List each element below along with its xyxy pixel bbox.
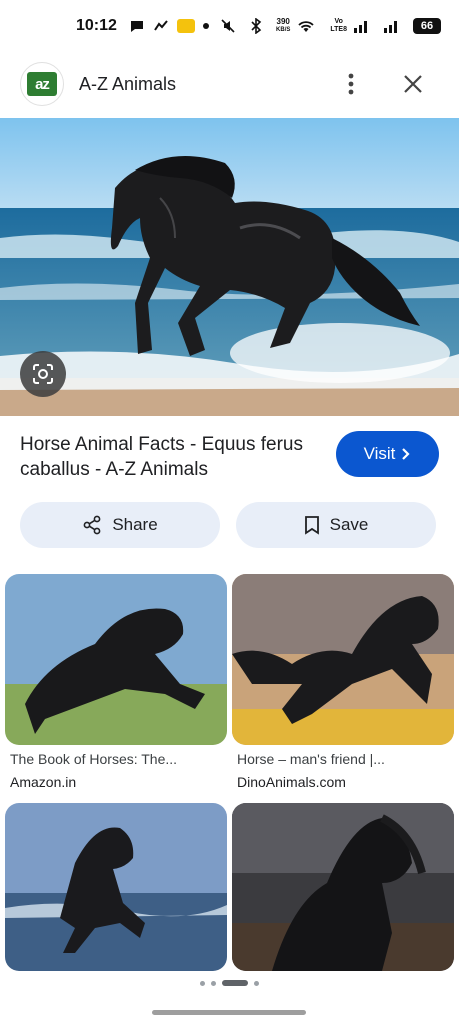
net-speed-unit: KB/S [276, 27, 291, 33]
related-image-3[interactable] [5, 803, 227, 971]
save-label: Save [329, 515, 369, 534]
related-source-1: Amazon.in [10, 774, 77, 790]
horse-rearing-image [5, 574, 227, 745]
share-icon [83, 515, 101, 535]
status-bar: 10:12 390 KB/S Vo LTE8 66 [0, 0, 459, 52]
visit-button-label: Visit [363, 444, 396, 463]
site-logo-mark: az [27, 72, 57, 96]
page-dot [211, 980, 216, 986]
result-title[interactable]: Horse Animal Facts - Equus ferus caballu… [20, 432, 310, 482]
signal-icon-2 [383, 19, 399, 33]
more-vert-icon [348, 73, 354, 95]
site-logo: az [20, 62, 64, 106]
lens-icon [33, 364, 53, 384]
site-name: A-Z Animals [79, 73, 177, 94]
volte-bottom: LTE8 [330, 26, 347, 33]
dot-icon [202, 23, 209, 29]
related-caption-1[interactable]: The Book of Horses: The... [10, 751, 225, 767]
share-button[interactable]: Share [20, 502, 220, 548]
close-button[interactable] [393, 64, 433, 104]
bookmark-icon [304, 516, 319, 535]
more-options-button[interactable] [331, 64, 371, 104]
main-image[interactable] [0, 118, 459, 416]
net-speed: 390 KB/S [276, 18, 290, 34]
share-label: Share [112, 515, 158, 534]
related-caption-2[interactable]: Horse – man's friend |... [237, 751, 452, 767]
page-dot [200, 980, 205, 986]
gesture-nav-handle[interactable] [152, 1010, 306, 1015]
site-header: az A-Z Animals [0, 56, 459, 112]
horse-storm-image [232, 803, 454, 971]
lens-search-button[interactable] [20, 351, 66, 397]
horse-beach-image [0, 118, 459, 416]
horse-sunset-image [232, 574, 454, 745]
related-image-2[interactable] [232, 574, 454, 745]
wifi-icon [296, 18, 316, 34]
mute-icon [220, 18, 236, 34]
save-button[interactable]: Save [236, 502, 436, 548]
status-time: 10:12 [76, 17, 117, 34]
visit-button[interactable]: Visit [336, 431, 439, 477]
volte-label: Vo LTE8 [330, 18, 347, 34]
chevron-right-icon [402, 448, 410, 460]
horse-sea-image [5, 803, 227, 971]
related-image-1[interactable] [5, 574, 227, 745]
battery-indicator: 66 [413, 18, 441, 34]
call-forward-icon [153, 18, 169, 34]
related-image-4[interactable] [232, 803, 454, 971]
chat-icon [129, 18, 145, 34]
status-right: 390 KB/S Vo LTE8 66 [220, 18, 441, 34]
page-dot-active [222, 980, 248, 986]
page-indicator [0, 980, 459, 986]
yellow-app-icon [176, 19, 195, 33]
close-icon [404, 75, 422, 93]
net-speed-value: 390 [276, 17, 290, 26]
page-dot [254, 980, 259, 986]
bluetooth-icon [250, 18, 262, 34]
volte-top: Vo [334, 18, 343, 25]
related-source-2: DinoAnimals.com [237, 774, 346, 790]
signal-icon [353, 19, 369, 33]
